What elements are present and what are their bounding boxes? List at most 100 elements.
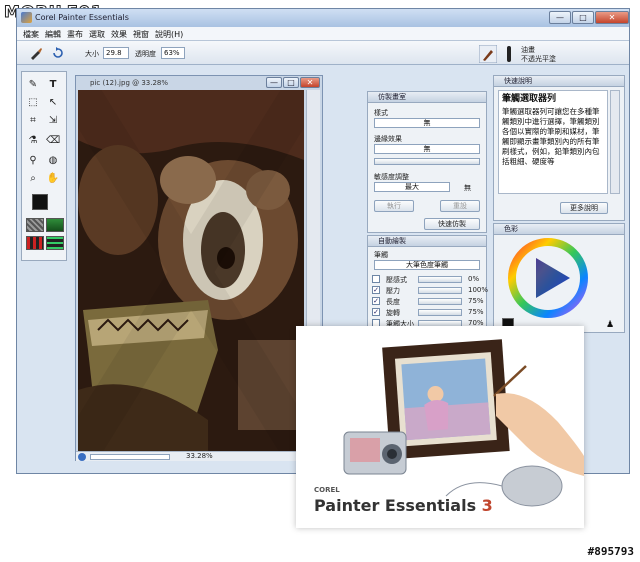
color-panel: 色彩 ♟ <box>493 223 625 333</box>
magnifier-icon[interactable]: ⌕ <box>26 172 40 186</box>
doc-maximize-button[interactable]: □ <box>283 77 299 88</box>
row-slider[interactable] <box>418 276 462 283</box>
dropper-icon[interactable]: ⚲ <box>26 154 40 168</box>
gradient-icon[interactable] <box>46 218 64 232</box>
transform-icon[interactable]: ⇲ <box>46 114 60 128</box>
product-promo-image: COREL Painter Essentials 3 <box>296 326 584 528</box>
close-button[interactable]: ✕ <box>595 11 629 24</box>
document-status-bar: 33.28% <box>76 451 322 461</box>
row-value: 75% <box>468 297 484 305</box>
document-window: pic (12).jpg @ 33.28% — □ ✕ 33.28% <box>75 75 323 461</box>
menu-help[interactable]: 說明(H) <box>155 29 183 40</box>
more-help-button[interactable]: 更多說明 <box>560 202 608 214</box>
title-bar[interactable]: Corel Painter Essentials — □ ✕ <box>17 9 629 27</box>
crop-icon[interactable]: ⌗ <box>26 114 40 128</box>
paint-bucket-icon[interactable]: ◍ <box>46 154 60 168</box>
document-title: pic (12).jpg @ 33.28% <box>90 79 169 87</box>
option-row: ✓ 長度 75% <box>372 296 486 306</box>
stroke-select[interactable]: 大筆色度筆觸 <box>374 260 480 270</box>
row-value: 75% <box>468 308 484 316</box>
move-tool-icon[interactable]: ↖ <box>46 96 60 110</box>
edge-effect-select[interactable]: 無 <box>374 144 480 154</box>
quick-clone-button[interactable]: 快速仿製 <box>424 218 480 230</box>
sensitivity-label: 敏感度調整 <box>374 173 409 181</box>
option-row: ✓ 旋轉 75% <box>372 307 486 317</box>
clone-panel-title: 仿製畫室 <box>368 92 486 103</box>
app-logo-icon <box>21 12 32 23</box>
row-slider[interactable] <box>418 287 462 294</box>
color-wheel[interactable] <box>508 238 588 318</box>
menu-edit[interactable]: 編輯 <box>45 29 61 40</box>
stroke-label: 筆觸 <box>374 251 388 259</box>
window-title: Corel Painter Essentials <box>35 13 129 22</box>
menu-effects[interactable]: 效果 <box>111 29 127 40</box>
brand-product-name: Painter Essentials 3 <box>314 496 493 515</box>
cloner-icon[interactable]: ⚗ <box>26 134 40 148</box>
row-label: 壓感式 <box>386 276 407 284</box>
option-row: ✓ 壓力 100% <box>372 285 489 295</box>
toolbox: ✎ T ⬚ ↖ ⌗ ⇲ ⚗ ⌫ ⚲ ◍ ⌕ ✋ <box>21 71 67 261</box>
doc-close-button[interactable]: ✕ <box>300 77 320 88</box>
tips-body: 筆觸選取器列可讓您在多種筆觸類別中進行選擇，筆觸類別各個以實際的筆刷和媒材，筆觸… <box>502 107 600 166</box>
maximize-button[interactable]: □ <box>572 11 594 24</box>
paper-texture-icon[interactable] <box>26 218 44 232</box>
brand-main: Painter Essentials <box>314 496 477 515</box>
navigator-icon[interactable] <box>78 453 86 461</box>
grabber-hand-icon[interactable]: ✋ <box>46 172 60 186</box>
opacity-label: 透明度 <box>135 50 156 58</box>
sensitivity-select[interactable]: 最大 <box>374 182 450 192</box>
brush-variant-icon[interactable] <box>503 45 515 63</box>
painted-toy-image <box>78 90 304 454</box>
menu-select[interactable]: 選取 <box>89 29 105 40</box>
brush-name-line2: 不透光平塗 <box>521 55 556 63</box>
row-label: 旋轉 <box>386 309 400 317</box>
row-slider[interactable] <box>418 309 462 316</box>
stamp-icon[interactable]: ♟ <box>606 320 618 330</box>
row-label: 壓力 <box>386 287 400 295</box>
apply-button[interactable]: 執行 <box>374 200 414 212</box>
eraser-icon[interactable]: ⌫ <box>46 134 60 148</box>
style-select[interactable]: 無 <box>374 118 480 128</box>
brush-icon[interactable]: ✎ <box>26 78 40 92</box>
row-value: 0% <box>468 275 480 283</box>
row-checkbox[interactable] <box>372 275 380 283</box>
quick-tips-panel: 快速說明 筆觸選取器列 筆觸選取器列可讓您在多種筆觸類別中進行選擇，筆觸類別各個… <box>493 75 625 221</box>
row-slider[interactable] <box>418 298 462 305</box>
row-checkbox[interactable]: ✓ <box>372 308 380 316</box>
doc-minimize-button[interactable]: — <box>266 77 282 88</box>
property-bar: 大小 29.8 透明度 63% 油畫 不透光平塗 <box>17 41 629 65</box>
zoom-slider[interactable] <box>90 454 170 460</box>
opacity-field[interactable]: 63% <box>161 47 185 59</box>
tips-text-box: 筆觸選取器列 筆觸選取器列可讓您在多種筆觸類別中進行選擇，筆觸類別各個以實際的筆… <box>498 90 608 194</box>
auto-painting-panel-title: 自動繪製 <box>368 236 486 247</box>
size-field[interactable]: 29.8 <box>103 47 129 59</box>
clone-panel: 仿製畫室 樣式 無 邊緣效果 無 敏感度調整 最大 無 執行 重設 快速仿製 <box>367 91 487 233</box>
menu-canvas[interactable]: 畫布 <box>67 29 83 40</box>
foreground-color-swatch[interactable] <box>32 194 48 210</box>
row-checkbox[interactable]: ✓ <box>372 286 380 294</box>
pattern-icon[interactable] <box>26 236 44 250</box>
row-value: 100% <box>468 286 489 294</box>
tips-scrollbar[interactable] <box>610 90 620 194</box>
text-tool-icon[interactable]: T <box>46 78 60 92</box>
reset-button[interactable]: 重設 <box>440 200 480 212</box>
row-label: 長度 <box>386 298 400 306</box>
minimize-button[interactable]: — <box>549 11 571 24</box>
brand-corel: COREL <box>314 486 340 494</box>
edge-slider[interactable] <box>374 158 480 165</box>
brush-category-icon[interactable] <box>479 45 497 63</box>
brand-version: 3 <box>481 496 493 515</box>
menu-window[interactable]: 視窗 <box>133 29 149 40</box>
rect-select-icon[interactable]: ⬚ <box>26 96 40 110</box>
brush-tool-icon[interactable] <box>29 46 43 60</box>
reset-tool-icon[interactable] <box>51 46 65 60</box>
auto-painting-panel: 自動繪製 筆觸 大筆色度筆觸 壓感式 0% ✓ 壓力 100% ✓ 長度 75% <box>367 235 489 329</box>
option-row: 壓感式 0% <box>372 274 486 284</box>
sensitivity-end-label: 無 <box>464 184 471 192</box>
document-canvas[interactable] <box>78 90 304 454</box>
color-panel-title: 色彩 <box>494 224 624 235</box>
menu-file[interactable]: 檔案 <box>23 29 39 40</box>
nozzle-icon[interactable] <box>46 236 64 250</box>
row-checkbox[interactable]: ✓ <box>372 297 380 305</box>
post-id-badge: #895793 <box>587 545 634 558</box>
